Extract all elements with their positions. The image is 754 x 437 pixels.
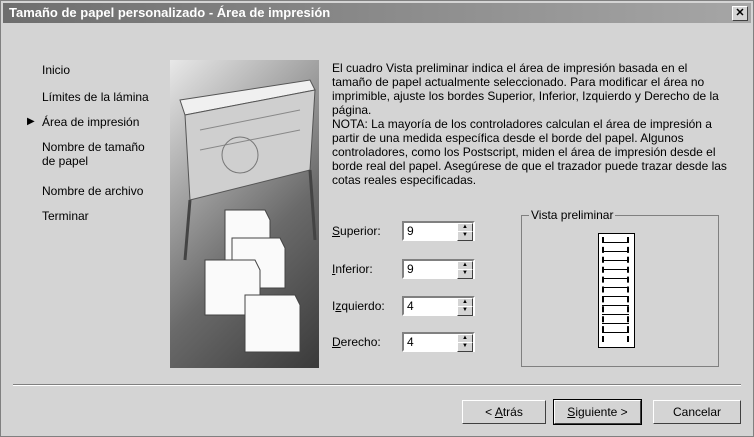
- plotter-icon: [179, 79, 317, 353]
- derecho-label: Derecho:: [332, 335, 381, 349]
- inferior-value[interactable]: 9: [407, 262, 414, 276]
- step-nombre-tamano-line1: Nombre de tamaño: [42, 140, 145, 154]
- cancel-button[interactable]: Cancelar: [653, 400, 741, 424]
- preview-group-label: Vista preliminar: [529, 208, 616, 222]
- preview-line: [602, 332, 629, 333]
- step-nombre-tamano-line2: de papel: [42, 154, 89, 168]
- next-button[interactable]: Siguiente >: [553, 399, 642, 425]
- printable-area-border: [602, 237, 629, 342]
- step-nombre-archivo: Nombre de archivo: [42, 184, 144, 198]
- preview-line: [602, 251, 629, 252]
- title-bar[interactable]: Tamaño de papel personalizado - Área de …: [3, 3, 751, 23]
- preview-line: [602, 296, 629, 297]
- dialog-window: Tamaño de papel personalizado - Área de …: [0, 0, 754, 437]
- izquierdo-spinbox[interactable]: 4 ▲ ▼: [402, 296, 475, 316]
- current-step-arrow-icon: ▶: [27, 116, 35, 127]
- preview-line: [602, 242, 629, 243]
- preview-line: [602, 278, 629, 279]
- preview-line: [602, 260, 629, 261]
- superior-down-arrow-icon[interactable]: ▼: [457, 231, 473, 241]
- izquierdo-value[interactable]: 4: [407, 299, 414, 313]
- preview-line: [602, 269, 629, 270]
- description-text: El cuadro Vista preliminar indica el áre…: [332, 61, 727, 187]
- derecho-spinbox[interactable]: 4 ▲ ▼: [402, 332, 475, 352]
- preview-line: [602, 323, 629, 324]
- description-note: NOTA: La mayoría de los controladores ca…: [332, 117, 727, 187]
- step-terminar: Terminar: [42, 209, 89, 223]
- preview-line: [602, 305, 629, 306]
- preview-line: [602, 314, 629, 315]
- inferior-down-arrow-icon[interactable]: ▼: [457, 269, 473, 279]
- close-button[interactable]: ✕: [732, 6, 748, 21]
- window-title: Tamaño de papel personalizado - Área de …: [9, 5, 331, 20]
- izquierdo-down-arrow-icon[interactable]: ▼: [457, 306, 473, 316]
- inferior-spinbox[interactable]: 9 ▲ ▼: [402, 259, 475, 279]
- back-button[interactable]: < Atrás: [462, 400, 546, 424]
- superior-value[interactable]: 9: [407, 224, 414, 238]
- description-paragraph-1: El cuadro Vista preliminar indica el áre…: [332, 61, 719, 117]
- step-limites-lamina: Límites de la lámina: [42, 90, 149, 104]
- izquierdo-label: Izquierdo:: [332, 299, 385, 313]
- superior-label: Superior:: [332, 224, 381, 238]
- inferior-label: Inferior:: [332, 262, 373, 276]
- button-separator: [13, 384, 741, 386]
- derecho-value[interactable]: 4: [407, 335, 414, 349]
- superior-spinbox[interactable]: 9 ▲ ▼: [402, 221, 475, 241]
- step-inicio: Inicio: [42, 63, 71, 77]
- derecho-down-arrow-icon[interactable]: ▼: [457, 342, 473, 352]
- step-area-impresion: Área de impresión: [42, 115, 140, 129]
- plotter-illustration: [170, 60, 319, 368]
- preview-page: [598, 233, 635, 348]
- close-icon: ✕: [735, 7, 745, 19]
- preview-line: [602, 287, 629, 288]
